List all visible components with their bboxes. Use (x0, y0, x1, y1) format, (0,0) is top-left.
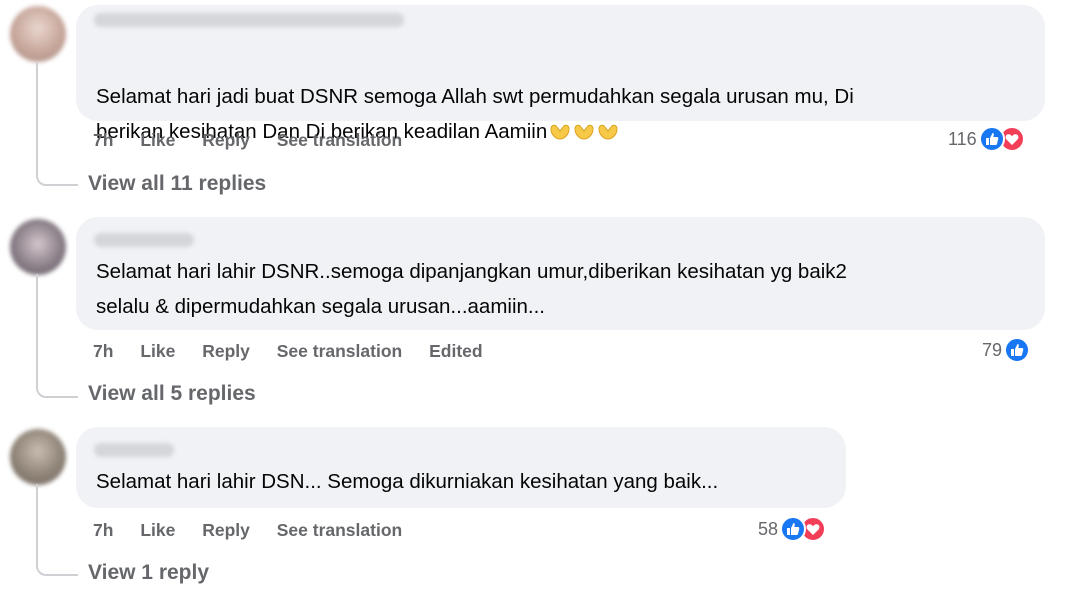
comment-bubble: Selamat hari jadi buat DSNR semoga Allah… (76, 5, 1045, 143)
comment-bubble: Selamat hari lahir DSN... Semoga dikurni… (76, 427, 846, 508)
reply-button[interactable]: Reply (202, 130, 250, 151)
author-name[interactable] (94, 13, 404, 27)
author-name[interactable] (94, 443, 174, 457)
comment-bubble: Selamat hari lahir DSNR..semoga dipanjan… (76, 217, 1045, 330)
comment-text: Selamat hari lahir DSN... Semoga dikurni… (96, 470, 719, 493)
see-translation-button[interactable]: See translation (277, 341, 402, 362)
thread-line (36, 484, 78, 576)
author-name[interactable] (94, 233, 194, 247)
avatar[interactable] (10, 429, 66, 485)
like-button[interactable]: Like (140, 341, 175, 362)
timestamp[interactable]: 7h (93, 520, 113, 541)
reaction-count: 116 (948, 128, 977, 149)
palms-up-together-icon (549, 117, 571, 152)
reaction-count: 79 (982, 339, 1003, 360)
comment-text: Selamat hari lahir DSNR..semoga dipanjan… (96, 260, 847, 318)
see-translation-button[interactable]: See translation (277, 130, 402, 151)
like-icon (978, 126, 1005, 152)
reply-button[interactable]: Reply (202, 341, 250, 362)
view-replies-link[interactable]: View all 11 replies (88, 172, 266, 196)
timestamp[interactable]: 7h (93, 341, 113, 362)
comment: Selamat hari jadi buat DSNR semoga Allah… (0, 0, 1073, 205)
thread-line (36, 274, 78, 398)
comment: Selamat hari lahir DSN... Semoga dikurni… (0, 424, 1073, 611)
like-icon (1004, 337, 1031, 363)
comment-actions: 7h Like Reply See translation Edited (93, 341, 505, 362)
palms-up-together-icon (573, 117, 595, 152)
reaction-summary[interactable]: 79 (982, 337, 1031, 363)
view-replies-link[interactable]: View all 5 replies (88, 382, 256, 406)
like-button[interactable]: Like (140, 130, 175, 151)
timestamp[interactable]: 7h (93, 130, 113, 151)
like-button[interactable]: Like (140, 520, 175, 541)
reaction-count: 58 (758, 518, 779, 539)
thread-line (36, 62, 78, 186)
avatar[interactable] (10, 219, 66, 275)
comment-actions: 7h Like Reply See translation (93, 520, 424, 541)
view-replies-link[interactable]: View 1 reply (88, 561, 209, 585)
comment-actions: 7h Like Reply See translation (93, 130, 424, 151)
comment: Selamat hari lahir DSNR..semoga dipanjan… (0, 214, 1073, 414)
palms-up-together-icon (597, 117, 619, 152)
avatar[interactable] (10, 6, 66, 62)
reaction-summary[interactable]: 58 (758, 516, 827, 542)
reaction-summary[interactable]: 116 (948, 126, 1025, 152)
like-icon (780, 516, 807, 542)
edited-label[interactable]: Edited (429, 341, 482, 362)
reply-button[interactable]: Reply (202, 520, 250, 541)
see-translation-button[interactable]: See translation (277, 520, 402, 541)
